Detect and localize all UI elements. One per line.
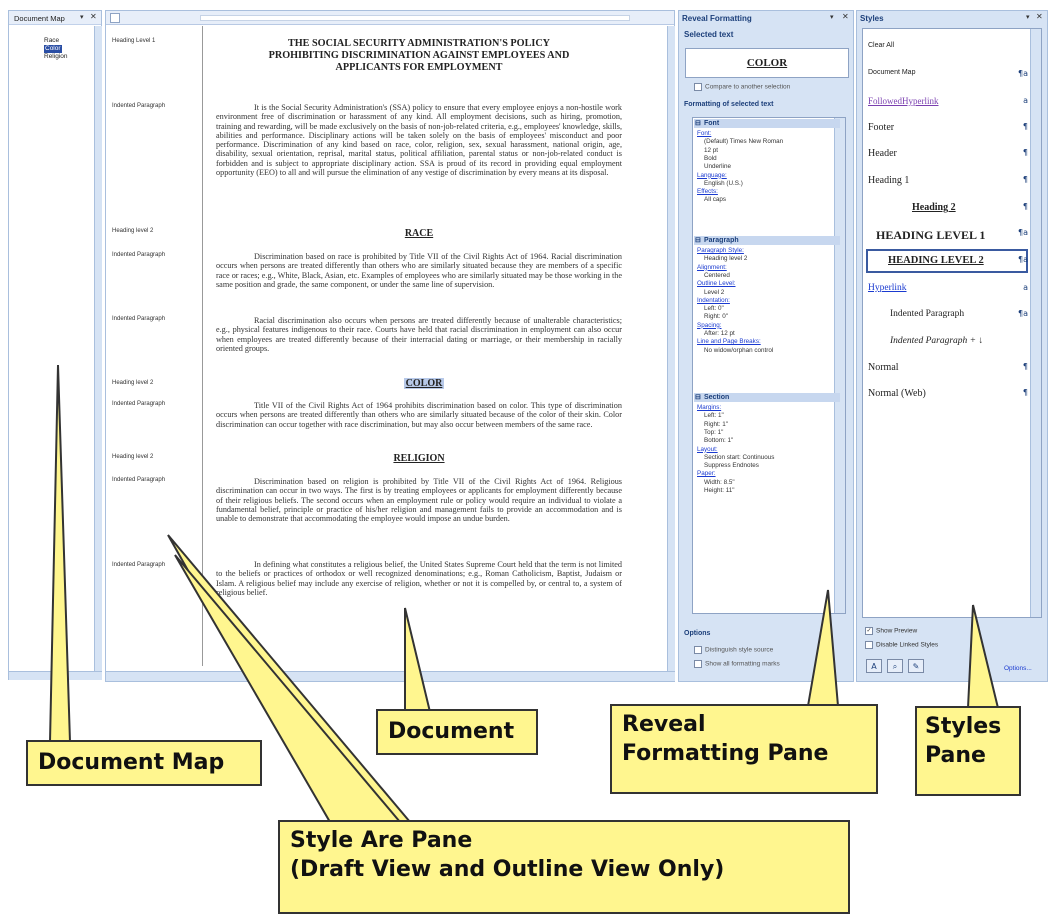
callout-text: Styles bbox=[925, 714, 1002, 739]
callout-document: Document bbox=[376, 709, 538, 755]
callout-text: (Draft View and Outline View Only) bbox=[290, 857, 725, 882]
reveal-callout-pointer bbox=[806, 589, 840, 707]
callout-text: Document bbox=[388, 719, 515, 744]
callout-text: Formatting Pane bbox=[622, 741, 829, 766]
callout-reveal-formatting: Reveal Formatting Pane bbox=[610, 704, 878, 794]
styles-callout-pointer bbox=[966, 604, 1000, 709]
callout-text: Style Are Pane bbox=[290, 828, 473, 853]
callout-text: Pane bbox=[925, 743, 986, 768]
docmap-callout-pointer bbox=[48, 364, 72, 743]
callout-styles-pane: Styles Pane bbox=[915, 706, 1021, 796]
callout-document-map: Document Map bbox=[26, 740, 262, 786]
document-callout-pointer bbox=[404, 607, 432, 713]
callout-text: Document Map bbox=[38, 750, 225, 775]
callout-style-area-pane: Style Are Pane (Draft View and Outline V… bbox=[278, 820, 850, 914]
callout-text: Reveal bbox=[622, 712, 706, 737]
